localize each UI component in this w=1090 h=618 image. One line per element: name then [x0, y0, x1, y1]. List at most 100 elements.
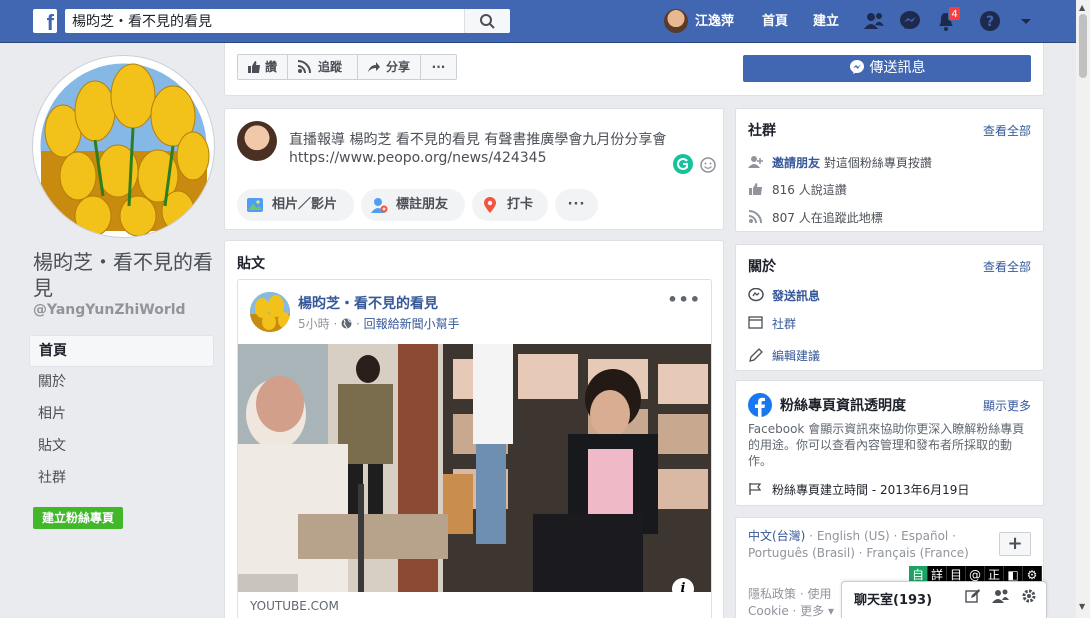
- footer-links-line1[interactable]: 隱私政策 · 使用: [748, 585, 831, 602]
- emoji-icon[interactable]: [700, 157, 716, 173]
- page-scrollbar[interactable]: ▲ ▼: [1076, 0, 1090, 618]
- page-name[interactable]: 楊昀芝・看不見的看見: [33, 249, 213, 301]
- about-card: 關於 查看全部 發送訊息 社群 編輯建議: [735, 244, 1044, 371]
- community-see-all-link[interactable]: 查看全部: [983, 122, 1031, 139]
- video-thumbnail[interactable]: i: [238, 344, 711, 592]
- pencil-icon: [749, 348, 763, 362]
- new-message-icon[interactable]: [965, 588, 981, 604]
- invite-friends-row: 邀請朋友 對這個粉絲專頁按讚: [748, 154, 932, 171]
- rss-follow-icon: [297, 60, 311, 74]
- video-still-image: [238, 344, 711, 592]
- transparency-description: Facebook 會顯示資訊來協助你更深入瞭解粉絲專頁的用途。你可以查看內容管理…: [748, 422, 1025, 468]
- friend-requests-icon[interactable]: [861, 9, 887, 33]
- search-icon: [480, 14, 495, 29]
- shared-via-link[interactable]: 回報給新聞小幫手: [364, 317, 460, 331]
- transparency-see-more-link[interactable]: 顯示更多: [983, 397, 1031, 414]
- page-created-text: 粉絲專頁建立時間 - 2013年6月19日: [772, 483, 970, 497]
- send-message-row: 發送訊息: [748, 287, 820, 304]
- community-category-link[interactable]: 社群: [772, 317, 796, 331]
- grammarly-icon[interactable]: [672, 153, 694, 175]
- search-button[interactable]: [464, 9, 510, 33]
- photo-video-button[interactable]: 相片／影片: [237, 189, 354, 221]
- post-timestamp[interactable]: 5小時: [298, 317, 330, 331]
- nav-item-home[interactable]: 首頁: [29, 335, 214, 367]
- posts-section-title: 貼文: [237, 256, 265, 272]
- tag-friends-icon: [371, 198, 388, 213]
- nav-item-about[interactable]: 關於: [29, 367, 214, 399]
- suggest-edit-row: 編輯建議: [748, 347, 820, 364]
- link-domain[interactable]: YOUTUBE.COM: [250, 599, 339, 613]
- add-language-button[interactable]: +: [999, 532, 1031, 556]
- scroll-up-arrow-icon[interactable]: ▲: [1079, 3, 1085, 12]
- post-card: 楊昀芝・看不見的看見 5小時 · · 回報給新聞小幫手 ••• i YOUTUB…: [237, 279, 712, 618]
- share-arrow-icon: [368, 62, 380, 72]
- nav-item-posts[interactable]: 貼文: [29, 431, 214, 463]
- scroll-down-arrow-icon[interactable]: ▼: [1079, 602, 1085, 611]
- community-category-row: 社群: [748, 315, 796, 332]
- user-name-link[interactable]: 江逸萍: [695, 0, 734, 43]
- rss-follow-icon: [748, 210, 762, 224]
- share-button[interactable]: 分享: [357, 54, 421, 80]
- follow-label: 追蹤: [318, 60, 343, 74]
- post-meta: 5小時 · · 回報給新聞小幫手: [298, 317, 460, 331]
- check-in-label: 打卡: [507, 197, 534, 212]
- tag-friends-label: 標註朋友: [396, 197, 449, 212]
- tag-friends-button[interactable]: 標註朋友: [361, 189, 465, 221]
- language-list: 中文(台灣) · English (US) · Español · Portug…: [748, 528, 988, 562]
- notification-count-badge: 4: [948, 6, 961, 21]
- photo-video-label: 相片／影片: [272, 197, 338, 212]
- invite-friends-link[interactable]: 邀請朋友: [772, 156, 820, 170]
- create-group-icon[interactable]: [992, 588, 1010, 604]
- send-message-link[interactable]: 發送訊息: [772, 289, 820, 303]
- create-page-button[interactable]: 建立粉絲專頁: [33, 507, 124, 529]
- facebook-logo-icon: [748, 393, 772, 417]
- like-button[interactable]: 讚: [237, 54, 288, 80]
- left-navigation: 首頁 關於 相片 貼文 社群: [29, 335, 214, 495]
- messenger-icon: [849, 60, 864, 74]
- current-language: 中文(台灣): [748, 529, 806, 543]
- home-link[interactable]: 首頁: [762, 0, 788, 43]
- flag-icon: [748, 316, 763, 329]
- likes-count-text: 816 人說這讚: [772, 183, 847, 197]
- create-link[interactable]: 建立: [813, 0, 839, 43]
- post-options-button[interactable]: •••: [667, 290, 701, 309]
- tulips-profile-image: [34, 57, 213, 237]
- posts-section: 貼文 楊昀芝・看不見的看見 5小時 · · 回報給新聞小幫手 ••• i YOU…: [224, 240, 724, 618]
- community-title: 社群: [748, 123, 776, 139]
- transparency-title: 粉絲專頁資訊透明度: [780, 398, 906, 414]
- suggest-edit-link[interactable]: 編輯建議: [772, 349, 820, 363]
- follows-count-text: 807 人在追蹤此地標: [772, 211, 883, 225]
- follow-button[interactable]: 追蹤: [287, 54, 358, 80]
- like-label: 讚: [265, 60, 278, 74]
- check-in-button[interactable]: 打卡: [472, 189, 548, 221]
- more-options-button[interactable]: ···: [420, 54, 457, 80]
- add-friend-icon: [748, 156, 763, 168]
- composer-more-button[interactable]: ···: [555, 189, 598, 221]
- post-composer: 直播報導 楊昀芝 看不見的看見 有聲書推廣學會九月份分享會 https://ww…: [224, 108, 724, 230]
- messenger-icon[interactable]: [897, 9, 923, 33]
- about-title: 關於: [748, 259, 776, 275]
- composer-text-input[interactable]: 直播報導 楊昀芝 看不見的看見 有聲書推廣學會九月份分享會 https://ww…: [289, 131, 674, 167]
- account-menu-chevron-down-icon[interactable]: [1014, 9, 1040, 33]
- nav-item-community[interactable]: 社群: [29, 463, 214, 495]
- user-avatar[interactable]: [664, 9, 688, 33]
- send-message-button[interactable]: 傳送訊息: [743, 55, 1031, 82]
- page-handle[interactable]: @YangYunZhiWorld: [33, 302, 186, 318]
- follows-count-row: 807 人在追蹤此地標: [748, 209, 883, 226]
- page-profile-picture[interactable]: [33, 56, 214, 237]
- search-box: [65, 9, 510, 33]
- search-input[interactable]: [65, 9, 463, 33]
- tulips-thumbnail-image: [250, 292, 290, 332]
- post-author-name[interactable]: 楊昀芝・看不見的看見: [298, 293, 438, 313]
- post-author-avatar[interactable]: [250, 292, 290, 332]
- scrollbar-thumb[interactable]: [1079, 14, 1087, 78]
- facebook-logo-icon[interactable]: f: [33, 9, 57, 33]
- nav-item-photos[interactable]: 相片: [29, 399, 214, 431]
- footer-links-line2[interactable]: Cookie · 更多 ▾: [748, 602, 834, 618]
- location-pin-icon: [484, 197, 496, 213]
- chat-settings-gear-icon[interactable]: [1021, 588, 1037, 604]
- help-icon[interactable]: ?: [978, 9, 1004, 33]
- about-see-all-link[interactable]: 查看全部: [983, 258, 1031, 275]
- svg-text:?: ?: [986, 14, 994, 30]
- chat-sidebar-bar[interactable]: 聊天室(193): [841, 581, 1047, 618]
